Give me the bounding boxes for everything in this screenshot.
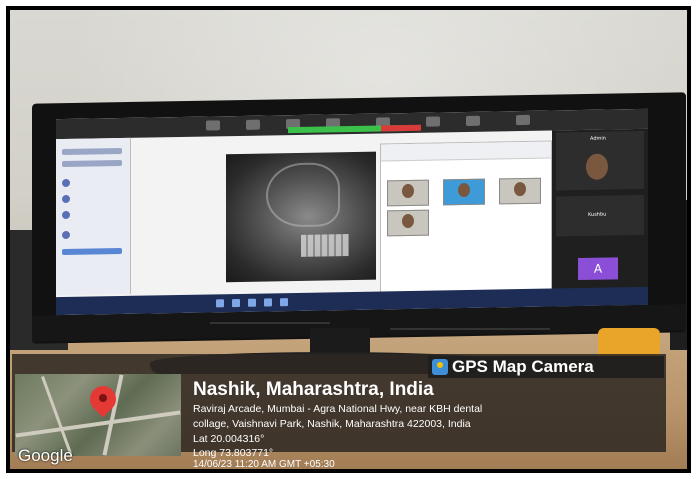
address-line-2: collage, Vaishnavi Park, Nashik, Maharas… [193, 418, 471, 430]
participant-tile-host: Admin [556, 130, 644, 191]
map-road [41, 375, 72, 455]
panel-row [62, 160, 122, 168]
participants-panel: Admin Kushbu A [552, 128, 648, 307]
participant-avatar: A [578, 257, 618, 281]
timestamp: 14/06/23 11:20 AM GMT +05:30 [193, 459, 335, 470]
face-thumbnail [402, 213, 414, 229]
toolbar-icon [246, 119, 260, 130]
location-pin-icon [437, 362, 443, 368]
face-thumbnail [458, 182, 470, 198]
gallery-thumb [387, 179, 429, 207]
face-thumbnail [514, 181, 526, 197]
google-logo: Google [18, 446, 73, 465]
panel-row [62, 148, 122, 156]
side-panel [56, 137, 131, 296]
gps-badge-label: GPS Map Camera [452, 357, 594, 376]
gallery-toolbar [381, 141, 551, 162]
panel-button [62, 248, 122, 256]
longitude: Long 73.803771° [193, 447, 274, 459]
taskbar-icon [264, 298, 272, 307]
face-thumbnail [402, 183, 414, 199]
toolbar-icon [516, 114, 530, 126]
xray-skull-outline [266, 162, 340, 228]
taskbar-icon [280, 298, 288, 307]
gallery-thumb [443, 178, 485, 206]
host-name: Admin [590, 135, 606, 142]
toolbar-icon [466, 115, 480, 127]
panel-dot-icon [62, 178, 70, 188]
address-line-1: Raviraj Arcade, Mumbai - Agra National H… [193, 403, 483, 415]
gallery-thumb [387, 209, 429, 237]
participant-tile: Kushbu [556, 194, 644, 237]
map-road [15, 410, 181, 438]
latitude: Lat 20.004316° [193, 433, 265, 445]
stop-share-button [381, 124, 421, 132]
gallery-thumb [499, 177, 541, 205]
toolbar-icon [426, 116, 440, 127]
cable [210, 322, 330, 324]
monitor-screen: Admin Kushbu A [56, 108, 648, 316]
cable [390, 328, 550, 330]
toolbar-icon [206, 120, 220, 131]
host-face [586, 153, 608, 180]
taskbar-icon [248, 298, 256, 307]
map-pin-center [99, 394, 107, 402]
participant-name: Kushbu [588, 211, 607, 218]
image-gallery-window [380, 140, 552, 296]
taskbar-icon [216, 299, 224, 308]
map-thumbnail [15, 374, 181, 456]
panel-dot-icon [62, 210, 70, 220]
xray-teeth [301, 234, 349, 257]
panel-dot-icon [62, 194, 70, 204]
location-title: Nashik, Maharashtra, India [193, 379, 434, 400]
panel-dot-icon [62, 230, 70, 240]
taskbar-icon [232, 298, 240, 308]
